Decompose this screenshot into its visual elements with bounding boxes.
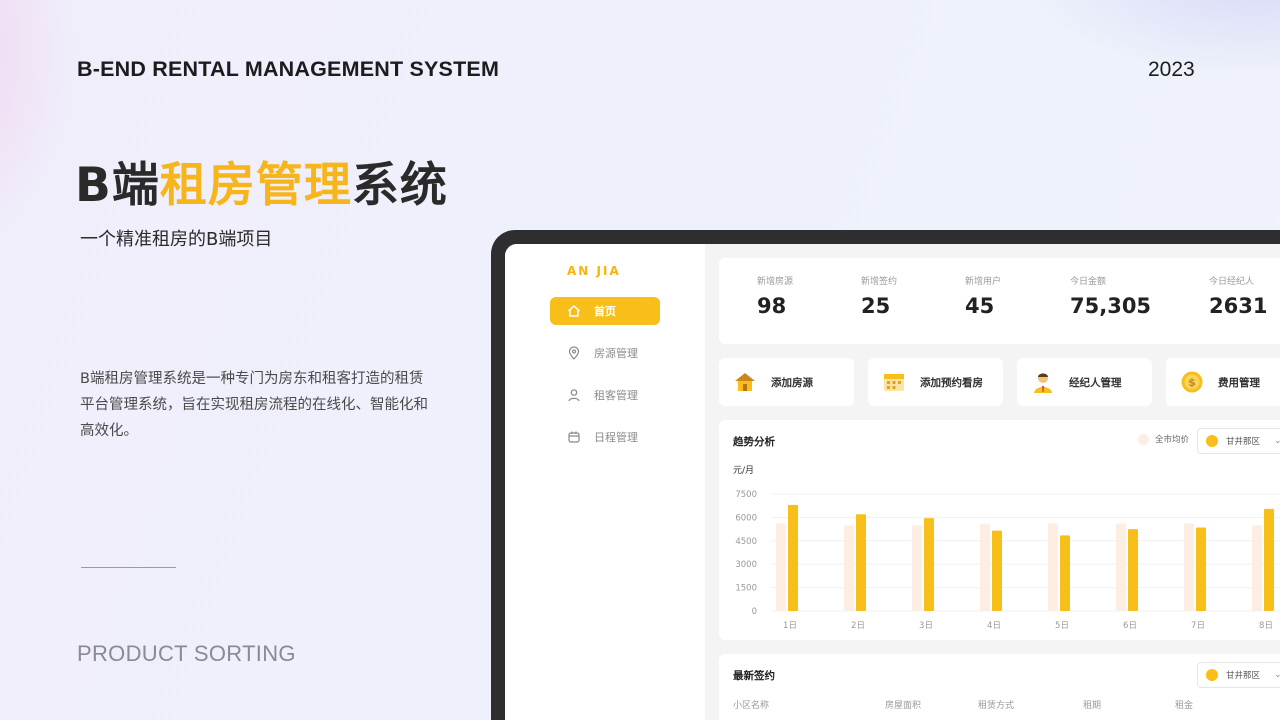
y-axis-label: 元/月 — [733, 465, 754, 476]
bar-district — [924, 518, 934, 611]
description-text: B端租房管理系统是一种专门为房东和租客打造的租赁平台管理系统，旨在实现租房流程的… — [80, 371, 428, 439]
x-tick-label: 6日 — [1123, 621, 1137, 631]
bar-city-average — [1184, 523, 1194, 611]
quick-action-label: 添加预约看房 — [920, 376, 983, 389]
y-tick-label: 4500 — [735, 537, 757, 547]
hero-title: B端租房管理系统 — [75, 146, 448, 215]
agent-icon — [1031, 370, 1055, 394]
bar-city-average — [776, 523, 786, 611]
trend-chart: 元/月 0 1500 3000 4500 6000 7500 1日 2日 3日 4日 5日 6日 7日 8日 — [733, 465, 1280, 631]
user-icon — [566, 387, 582, 403]
sidebar-item-label: 日程管理 — [594, 431, 638, 444]
y-tick-label: 1500 — [735, 584, 757, 594]
recent-contracts-card: 最新签约 甘井那区 ⌄ 小区名称 房屋面积 租赁方式 租期 租金 — [719, 654, 1280, 720]
stat-label: 新增房源 — [757, 277, 794, 287]
header-year: 2023 — [1148, 58, 1195, 81]
column-header: 房屋面积 — [885, 701, 922, 711]
hero-suffix: 系统 — [351, 158, 448, 213]
stat-new-users: 新增用户 45 — [965, 274, 1001, 318]
recent-district-select[interactable]: 甘井那区 ⌄ — [1197, 662, 1280, 688]
stat-label: 新增用户 — [965, 277, 1002, 287]
coin-icon: $ — [1180, 370, 1204, 394]
sidebar-item-label: 租客管理 — [594, 389, 638, 402]
legend-dot — [1206, 669, 1218, 681]
bar-district — [1128, 529, 1138, 611]
bar-city-average — [980, 523, 990, 611]
column-header: 租赁方式 — [978, 701, 1015, 711]
app-logo: AN JIA — [567, 264, 621, 278]
add-listing-button[interactable]: 添加房源 — [719, 358, 854, 406]
quick-action-label: 添加房源 — [771, 376, 813, 389]
sidebar: AN JIA 首页 房源管理 租客管理 日程管理 — [505, 244, 705, 720]
footer-label: PRODUCT SORTING — [77, 641, 296, 666]
column-header: 小区名称 — [733, 701, 770, 711]
y-tick-label: 6000 — [735, 513, 757, 523]
bar-city-average — [912, 525, 922, 611]
bar-district — [856, 514, 866, 611]
x-tick-label: 2日 — [851, 621, 865, 631]
y-tick-label: 0 — [752, 607, 757, 617]
calendar-icon — [882, 370, 906, 394]
column-header: 租金 — [1175, 701, 1194, 711]
bar-district — [1196, 527, 1206, 611]
quick-action-label: 经纪人管理 — [1069, 376, 1122, 389]
hero-prefix: B端 — [75, 158, 160, 213]
bar-district — [788, 504, 798, 611]
y-tick-label: 7500 — [735, 490, 757, 500]
sidebar-item-label: 房源管理 — [594, 347, 638, 360]
divider-line — [81, 567, 176, 568]
stat-label: 新增签约 — [861, 277, 898, 287]
stat-today-agents: 今日经纪人 2631 — [1209, 274, 1267, 318]
stat-value: 2631 — [1209, 294, 1268, 318]
stat-label: 今日金额 — [1070, 277, 1107, 287]
x-tick-label: 7日 — [1191, 621, 1205, 631]
sidebar-item-tenants[interactable]: 租客管理 — [550, 381, 660, 409]
calendar-icon — [566, 429, 582, 445]
quick-action-label: 费用管理 — [1218, 376, 1260, 389]
house-icon — [733, 370, 757, 394]
home-icon — [566, 303, 582, 319]
bar-city-average — [844, 525, 854, 611]
stat-value: 45 — [965, 294, 995, 318]
x-tick-label: 4日 — [987, 621, 1001, 631]
bar-city-average — [1252, 525, 1262, 611]
sidebar-item-home[interactable]: 首页 — [550, 297, 660, 325]
sidebar-item-label: 首页 — [594, 305, 616, 318]
hero-subtitle: 一个精准租房的B端项目 — [80, 229, 273, 250]
x-tick-label: 5日 — [1055, 621, 1069, 631]
x-tick-label: 3日 — [919, 621, 933, 631]
x-tick-label: 1日 — [783, 621, 797, 631]
stat-today-amount: 今日金额 75,305 — [1070, 274, 1151, 318]
stat-label: 今日经纪人 — [1209, 277, 1255, 287]
bar-city-average — [1116, 523, 1126, 611]
stat-value: 75,305 — [1070, 294, 1152, 318]
location-pin-icon — [566, 345, 582, 361]
column-header: 租期 — [1083, 701, 1102, 711]
app-screen: AN JIA 首页 房源管理 租客管理 日程管理 新增房源 98 新增签约 25… — [505, 244, 1280, 720]
bar-district — [1060, 535, 1070, 611]
x-tick-label: 8日 — [1259, 621, 1273, 631]
stat-new-contracts: 新增签约 25 — [861, 274, 897, 318]
trend-chart-card: 趋势分析 全市均价 甘井那区 ⌄ 元/月 0 1500 3000 4500 6000 750… — [719, 420, 1280, 640]
stats-card: 新增房源 98 新增签约 25 新增用户 45 今日金额 75,305 今日经纪… — [719, 258, 1280, 344]
district-label: 甘井那区 — [1226, 671, 1261, 681]
stat-value: 98 — [757, 294, 787, 318]
expense-management-button[interactable]: $ 费用管理 — [1166, 358, 1280, 406]
bar-district — [992, 530, 1002, 611]
background-glow-pink — [0, 0, 80, 260]
recent-title: 最新签约 — [733, 670, 775, 682]
header-title: B-END RENTAL MANAGEMENT SYSTEM — [77, 57, 500, 81]
bar-district — [1264, 508, 1274, 611]
add-viewing-button[interactable]: 添加预约看房 — [868, 358, 1003, 406]
bar-city-average — [1048, 523, 1058, 611]
chevron-down-icon: ⌄ — [1274, 670, 1280, 680]
svg-text:$: $ — [1188, 376, 1196, 389]
y-tick-label: 3000 — [735, 560, 757, 570]
sidebar-item-listings[interactable]: 房源管理 — [550, 339, 660, 367]
stat-value: 25 — [861, 294, 891, 318]
hero-accent: 租房管理 — [159, 158, 352, 213]
stat-new-listings: 新增房源 98 — [757, 274, 793, 318]
agent-management-button[interactable]: 经纪人管理 — [1017, 358, 1152, 406]
sidebar-item-schedule[interactable]: 日程管理 — [550, 423, 660, 451]
